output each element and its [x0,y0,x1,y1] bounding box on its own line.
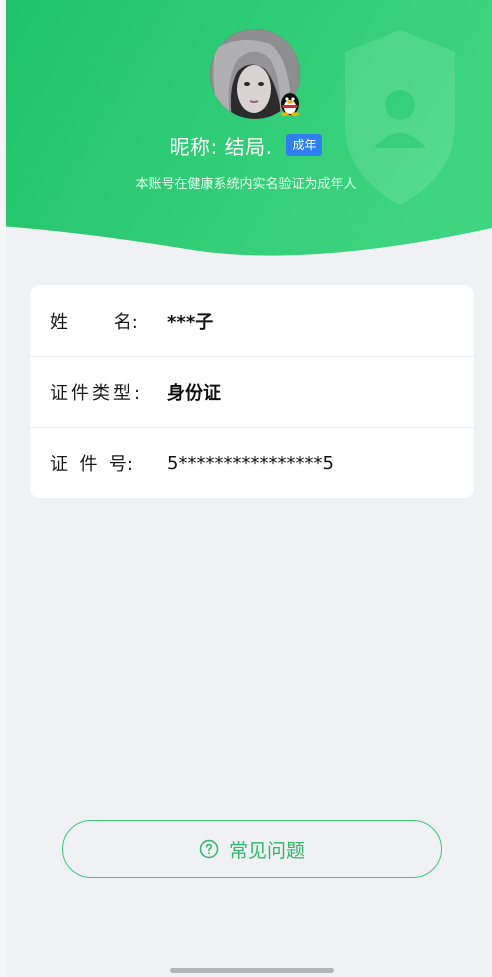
profile-header: 昵称: 结局. 成年 本账号在健康系统内实名验证为成年人 [0,0,492,256]
id-number-value: 5****************5 [167,452,334,474]
left-edge [0,0,6,977]
faq-button-label: 常见问题 [228,839,305,862]
verification-subtitle: 本账号在健康系统内实名验证为成年人 [135,177,357,192]
name-label: 姓 名: [50,311,138,333]
name-value: ***子 [167,311,214,333]
home-indicator[interactable] [170,968,334,973]
info-row-name: 姓 名: ***子 [30,285,474,356]
info-row-id-type: 证件类型: 身份证 [30,356,474,427]
id-number-label: 证 件 号: [50,454,133,475]
id-type-value: 身份证 [167,383,221,404]
faq-button[interactable]: 常见问题 [62,820,442,878]
nickname-row: 昵称: 结局. 成年 [0,130,492,160]
real-name-info-page: 昵称: 结局. 成年 本账号在健康系统内实名验证为成年人 姓 名: ***子 证… [0,0,492,977]
identity-info-card: 姓 名: ***子 证件类型: 身份证 证 件 号: 5************… [30,285,474,498]
id-type-label: 证件类型: [50,383,144,404]
info-row-id-number: 证 件 号: 5****************5 [30,427,474,498]
adult-badge: 成年 [286,134,323,156]
qq-penguin-icon [278,90,302,116]
nickname-text: 昵称: 结局. [169,134,273,159]
question-circle-icon [199,839,219,859]
